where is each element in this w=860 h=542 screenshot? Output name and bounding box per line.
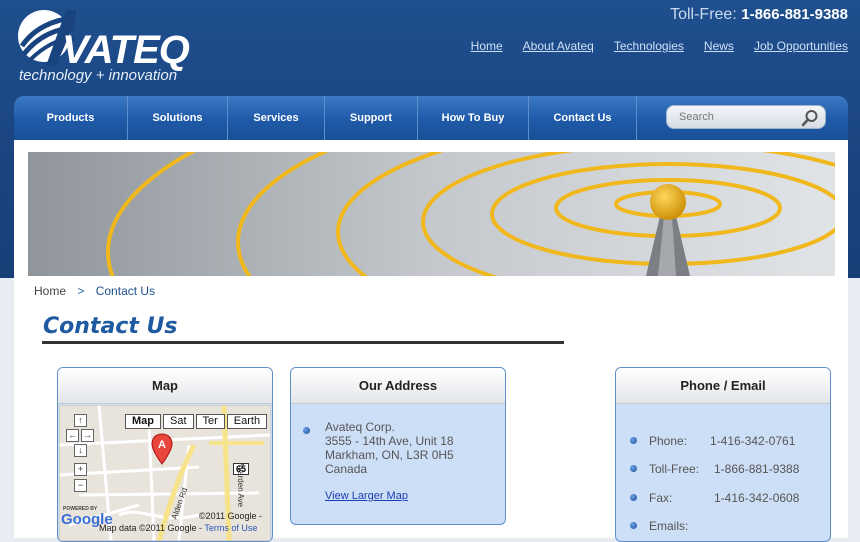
top-link-about[interactable]: About Avateq xyxy=(523,39,594,53)
signal-rings-illustration xyxy=(28,152,835,276)
map-marker-icon[interactable]: A xyxy=(151,433,173,465)
contact-label: Emails: xyxy=(649,519,689,533)
nav-item-products[interactable]: Products xyxy=(14,96,128,140)
map-panel: Map Map Sat Ter Earth ↑ ← → ↓ + − A 65 A… xyxy=(57,367,273,542)
map-type-ter-button[interactable]: Ter xyxy=(195,414,225,429)
zoom-in-icon[interactable]: + xyxy=(74,463,87,476)
top-link-jobs[interactable]: Job Opportunities xyxy=(754,39,848,53)
pan-right-icon[interactable]: → xyxy=(81,429,94,442)
search-input[interactable] xyxy=(679,109,794,125)
contact-label: Toll-Free: xyxy=(649,462,700,476)
nav-item-support[interactable]: Support xyxy=(325,96,418,140)
bullet-icon xyxy=(630,522,637,529)
top-link-news[interactable]: News xyxy=(704,39,734,53)
nav-item-services[interactable]: Services xyxy=(228,96,325,140)
map-type-map-button[interactable]: Map xyxy=(125,414,161,429)
map-copyright: ©2011 Google - xyxy=(199,511,263,521)
view-larger-map-link[interactable]: View Larger Map xyxy=(325,490,493,502)
address-panel: Our Address Avateq Corp. 3555 - 14th Ave… xyxy=(290,367,506,525)
address-lines: Avateq Corp. 3555 - 14th Ave, Unit 18 Ma… xyxy=(325,420,493,476)
road-label-warden: Warden Ave xyxy=(236,463,246,508)
map-view[interactable]: Map Sat Ter Earth ↑ ← → ↓ + − A 65 Alden… xyxy=(59,405,271,541)
tollfree-number: 1-866-881-9388 xyxy=(741,6,848,23)
pan-up-icon[interactable]: ↑ xyxy=(74,414,87,427)
bullet-icon xyxy=(630,437,637,444)
contact-value: 1-866-881-9388 xyxy=(714,462,800,476)
avateq-logo[interactable]: VATEQ technology + innovation xyxy=(16,6,196,86)
main-nav: Products Solutions Services Support How … xyxy=(14,96,848,140)
logo-tagline: technology + innovation xyxy=(19,67,178,84)
address-panel-title: Our Address xyxy=(291,368,505,404)
content-area: Home > Contact Us Contact Us Map Map Sat… xyxy=(14,140,848,542)
map-type-earth-button[interactable]: Earth xyxy=(226,414,268,429)
zoom-out-icon[interactable]: − xyxy=(74,479,87,492)
map-type-sat-button[interactable]: Sat xyxy=(163,414,194,429)
bullet-icon xyxy=(630,494,637,501)
contact-label: Fax: xyxy=(649,491,673,505)
phone-email-panel: Phone / Email Phone: 1-416-342-0761 Toll… xyxy=(615,367,831,542)
top-links: Home About Avateq Technologies News Job … xyxy=(471,39,848,53)
banner-image xyxy=(28,152,835,276)
top-link-technologies[interactable]: Technologies xyxy=(614,39,684,53)
breadcrumb: Home > Contact Us xyxy=(34,284,155,298)
map-marker-label: A xyxy=(158,439,166,451)
map-terms-link[interactable]: Terms of Use xyxy=(204,523,257,533)
breadcrumb-home[interactable]: Home xyxy=(34,284,66,298)
tollfree-contact: Toll-Free: 1-866-881-9388 xyxy=(670,6,848,24)
address-line: Avateq Corp. xyxy=(325,420,395,434)
phone-panel-title: Phone / Email xyxy=(616,368,830,404)
contact-value: 1-416-342-0608 xyxy=(714,491,800,505)
nav-item-solutions[interactable]: Solutions xyxy=(128,96,228,140)
map-data-credit: Map data ©2011 Google - Terms of Use xyxy=(99,523,258,533)
address-line: Markham, ON, L3R 0H5 xyxy=(325,448,454,462)
bullet-icon xyxy=(303,427,310,434)
address-line: 3555 - 14th Ave, Unit 18 xyxy=(325,434,454,448)
top-link-home[interactable]: Home xyxy=(471,39,503,53)
search-box xyxy=(666,105,826,129)
contact-value: 1-416-342-0761 xyxy=(710,434,796,448)
pan-left-icon[interactable]: ← xyxy=(66,429,79,442)
search-icon[interactable] xyxy=(801,109,819,127)
breadcrumb-separator: > xyxy=(77,284,85,298)
title-divider xyxy=(42,341,564,344)
nav-item-contact-us[interactable]: Contact Us xyxy=(529,96,637,140)
breadcrumb-current: Contact Us xyxy=(95,284,156,298)
nav-item-how-to-buy[interactable]: How To Buy xyxy=(418,96,529,140)
address-line: Canada xyxy=(325,462,368,476)
map-panel-title: Map xyxy=(58,368,272,404)
pan-down-icon[interactable]: ↓ xyxy=(74,444,87,457)
contact-label: Phone: xyxy=(649,434,688,448)
tollfree-label: Toll-Free: xyxy=(670,6,737,23)
page-title: Contact Us xyxy=(43,314,178,339)
map-type-buttons: Map Sat Ter Earth xyxy=(125,414,268,429)
bullet-icon xyxy=(630,465,637,472)
address-body: Avateq Corp. 3555 - 14th Ave, Unit 18 Ma… xyxy=(291,404,505,502)
